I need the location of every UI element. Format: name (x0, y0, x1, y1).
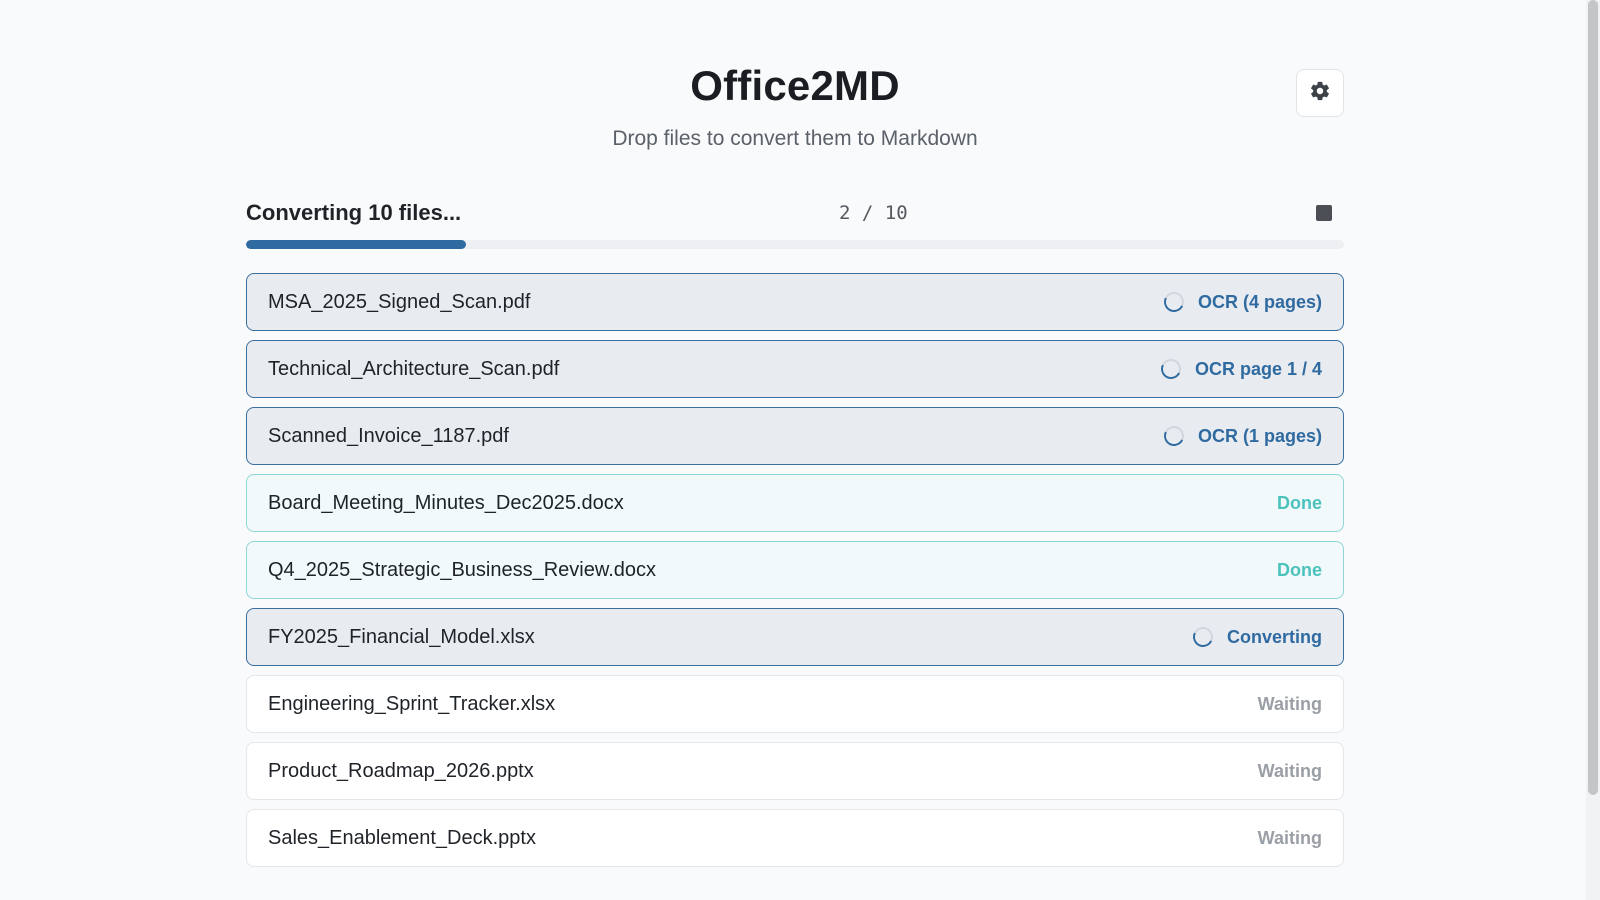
file-status: OCR (1 pages) (1161, 423, 1322, 449)
spinner-icon (1158, 356, 1184, 382)
stop-button[interactable] (1304, 195, 1344, 231)
file-status-text: Waiting (1257, 827, 1322, 848)
stop-icon (1316, 205, 1332, 221)
file-row[interactable]: Product_Roadmap_2026.pptx Waiting (246, 742, 1344, 800)
file-status: Converting (1190, 624, 1322, 650)
progress-title: Converting 10 files... (246, 200, 462, 225)
file-status: OCR (4 pages) (1161, 289, 1322, 315)
file-list: MSA_2025_Signed_Scan.pdf OCR (4 pages) Tec… (246, 273, 1344, 867)
file-status-text: Done (1277, 559, 1322, 580)
file-name: Product_Roadmap_2026.pptx (268, 759, 534, 782)
file-row[interactable]: MSA_2025_Signed_Scan.pdf OCR (4 pages) (246, 273, 1344, 331)
file-status: Done (1277, 560, 1322, 581)
progress-count: 2 / 10 (839, 202, 908, 224)
app-subtitle: Drop files to convert them to Markdown (612, 127, 978, 150)
main-container: Office2MD Drop files to convert them to … (246, 0, 1344, 876)
file-row[interactable]: Q4_2025_Strategic_Business_Review.docx Do… (246, 541, 1344, 599)
file-name: FY2025_Financial_Model.xlsx (268, 625, 535, 648)
file-name: Board_Meeting_Minutes_Dec2025.docx (268, 491, 624, 514)
file-name: Engineering_Sprint_Tracker.xlsx (268, 692, 556, 715)
file-name: Scanned_Invoice_1187.pdf (268, 424, 509, 447)
file-status-text: Converting (1226, 626, 1322, 647)
progress-bar-fill (246, 240, 466, 249)
file-name: Sales_Enablement_Deck.pptx (268, 826, 536, 849)
progress-bar (246, 240, 1344, 249)
progress-header: Converting 10 files... 2 / 10 (246, 175, 1344, 237)
file-name: Technical_Architecture_Scan.pdf (268, 357, 560, 380)
file-row[interactable]: Sales_Enablement_Deck.pptx Waiting (246, 809, 1344, 867)
settings-button[interactable] (1296, 69, 1344, 117)
file-status: OCR page 1 / 4 (1158, 356, 1322, 382)
spinner-icon (1190, 624, 1216, 650)
file-row[interactable]: Scanned_Invoice_1187.pdf OCR (1 pages) (246, 407, 1344, 465)
file-row[interactable]: Board_Meeting_Minutes_Dec2025.docx Done (246, 474, 1344, 532)
file-row[interactable]: Technical_Architecture_Scan.pdf OCR page … (246, 340, 1344, 398)
file-status-text: OCR page 1 / 4 (1194, 358, 1322, 379)
file-row[interactable]: FY2025_Financial_Model.xlsx Converting (246, 608, 1344, 666)
file-status: Waiting (1258, 761, 1322, 782)
spinner-icon (1161, 423, 1187, 449)
file-row[interactable]: Engineering_Sprint_Tracker.xlsx Waiting (246, 675, 1344, 733)
app-page: Office2MD Drop files to convert them to … (0, 0, 1600, 900)
gear-icon (1309, 80, 1331, 107)
file-status: Waiting (1258, 828, 1322, 849)
scrollbar[interactable] (1586, 0, 1600, 900)
scrollbar-thumb[interactable] (1588, 0, 1598, 795)
file-status: Waiting (1258, 694, 1322, 715)
file-status: Done (1277, 493, 1322, 514)
file-status-text: OCR (1 pages) (1197, 425, 1322, 446)
file-status-text: Done (1277, 492, 1322, 513)
header: Office2MD Drop files to convert them to … (246, 0, 1344, 175)
app-title: Office2MD (690, 62, 900, 109)
file-status-text: Waiting (1257, 760, 1322, 781)
spinner-icon (1161, 289, 1187, 315)
file-name: MSA_2025_Signed_Scan.pdf (268, 290, 531, 313)
file-name: Q4_2025_Strategic_Business_Review.docx (268, 558, 657, 581)
file-status-text: OCR (4 pages) (1197, 291, 1322, 312)
file-status-text: Waiting (1257, 693, 1322, 714)
